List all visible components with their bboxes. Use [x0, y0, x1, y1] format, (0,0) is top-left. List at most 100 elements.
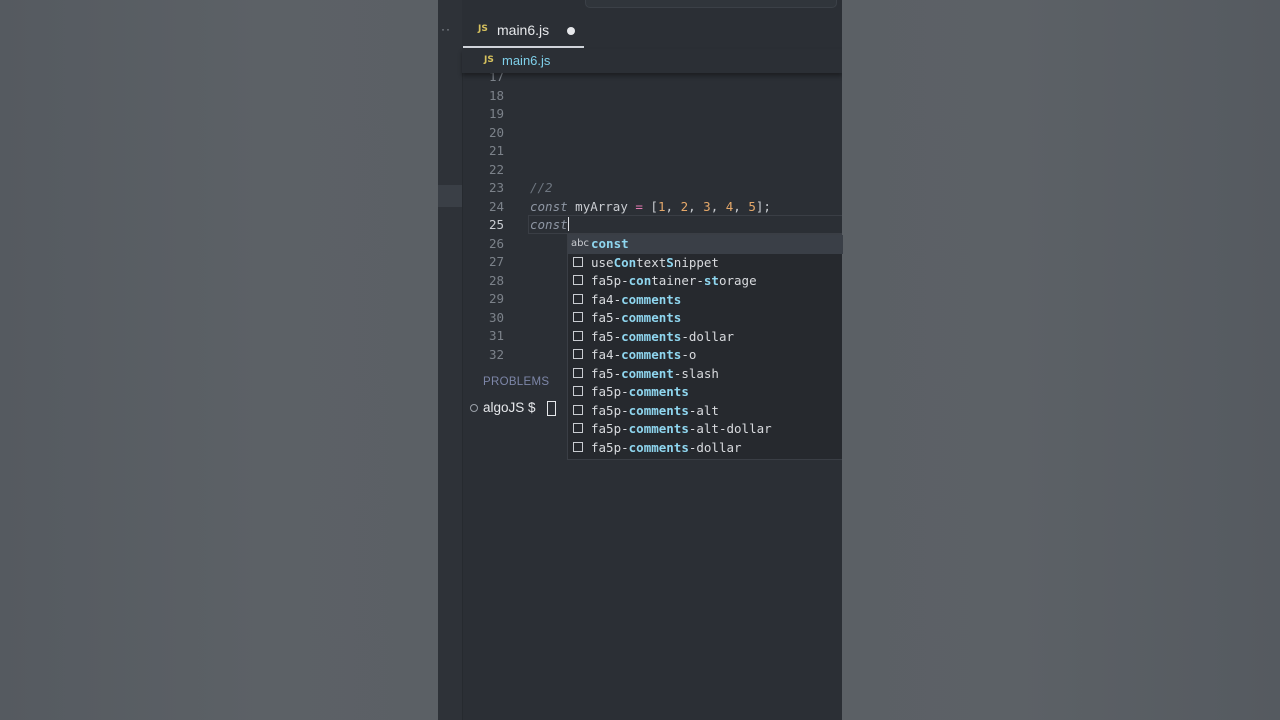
suggestion-item[interactable]: fa5-comments-dollar	[568, 328, 843, 347]
code-line: 20	[462, 125, 842, 143]
code-line: 24 const myArray = [1, 2, 3, 4, 5];	[462, 199, 842, 217]
code-line: 23 //2	[462, 180, 842, 198]
suggestion-text: fa5-	[591, 310, 622, 325]
code-comma: ,	[733, 198, 749, 214]
code-operator: =	[635, 198, 643, 214]
suggestion-text: -dollar	[681, 328, 735, 344]
code-comma: ,	[688, 198, 704, 214]
code-line: 22	[462, 162, 842, 180]
suggestion-match: con	[628, 273, 652, 288]
suggestion-item[interactable]: fa5-comments	[568, 309, 843, 328]
snippet-kind-icon	[573, 330, 583, 341]
code-keyword: const	[530, 198, 568, 214]
suggestion-text: fa5p-	[591, 273, 629, 288]
suggestion-item[interactable]: fa5p-container-storage	[568, 272, 843, 291]
line-number: 18	[488, 87, 504, 103]
suggestion-item[interactable]: useContextSnippet	[568, 254, 843, 273]
more-actions-icon[interactable]: ··	[438, 22, 454, 36]
suggestion-item[interactable]: fa5p-comments-alt-dollar	[568, 420, 843, 439]
line-number: 17	[488, 73, 504, 84]
blurred-background-right	[842, 0, 1280, 720]
line-number: 22	[488, 161, 504, 177]
line-number: 31	[488, 328, 504, 343]
suggestion-text: fa4-	[591, 347, 622, 362]
code-number: 5	[748, 198, 756, 214]
suggestion-text: text	[636, 254, 667, 270]
suggestion-item[interactable]: fa4-comments	[568, 291, 843, 310]
suggestion-item[interactable]: fa5-comment-slash	[568, 365, 843, 384]
suggestion-text: -dollar	[688, 439, 742, 455]
code-number: 3	[703, 198, 711, 214]
suggestion-match: comment	[621, 365, 674, 381]
code-line: 21	[462, 143, 842, 161]
snippet-kind-icon	[573, 367, 583, 378]
suggestion-item[interactable]: fa5p-comments	[568, 383, 843, 402]
line-number: 29	[488, 291, 504, 306]
suggestion-text: fa5-	[591, 365, 622, 381]
suggestion-match: comments	[628, 421, 689, 436]
title-bar	[462, 0, 842, 8]
suggestion-text: tainer-	[651, 273, 704, 288]
suggestion-text: fa5p-	[591, 384, 629, 399]
suggestion-text: orage	[718, 273, 757, 288]
tab-problems[interactable]: PROBLEMS	[483, 376, 549, 388]
snippet-kind-icon	[573, 404, 583, 415]
suggestion-text: fa5-	[591, 328, 622, 344]
snippet-kind-icon	[573, 275, 583, 285]
code-bracket: ];	[755, 198, 771, 214]
terminal-status-icon	[470, 404, 478, 412]
suggestion-text: -alt	[688, 402, 719, 418]
suggestion-match: Con	[613, 254, 637, 270]
code-comma: ,	[710, 198, 726, 214]
command-center-search[interactable]	[585, 0, 837, 8]
suggestion-match: comments	[621, 310, 682, 325]
snippet-kind-icon	[573, 423, 583, 433]
code-bracket: [	[642, 198, 658, 214]
suggestion-item[interactable]: fa4-comments-o	[568, 346, 843, 365]
code-keyword: const	[530, 217, 568, 232]
line-number: 28	[488, 272, 504, 288]
snippet-kind-icon	[573, 293, 583, 304]
autocomplete-suggestions[interactable]: abc const useContextSnippet fa5p-contain…	[567, 234, 843, 460]
suggestion-match: comments	[621, 328, 682, 344]
suggestion-item[interactable]: fa5p-comments-alt	[568, 402, 843, 421]
suggestion-label: const	[591, 236, 629, 251]
suggestion-match: comments	[621, 347, 682, 362]
suggestion-match: comments	[621, 291, 682, 307]
suggestion-text: fa5p-	[591, 421, 629, 436]
terminal-cursor	[547, 401, 556, 416]
suggestion-item[interactable]: abc const	[568, 235, 843, 254]
text-cursor	[567, 217, 569, 231]
activity-bar: ··	[438, 0, 463, 720]
line-number: 30	[488, 309, 504, 325]
suggestion-item[interactable]: fa5p-comments-dollar	[568, 439, 843, 458]
suggestion-text: -o	[681, 347, 697, 362]
text-kind-icon: abc	[571, 238, 589, 249]
unsaved-dot-icon[interactable]	[567, 27, 575, 35]
javascript-file-icon: JS	[478, 24, 488, 34]
code-number: 2	[680, 198, 689, 214]
line-number: 25	[488, 217, 504, 232]
breadcrumb-file[interactable]: main6.js	[502, 53, 550, 68]
code-comment: //2	[530, 180, 553, 195]
code-line: 18	[462, 88, 842, 106]
suggestion-match: S	[666, 254, 674, 270]
suggestion-text: nippet	[673, 254, 719, 270]
code-identifier: myArray	[567, 198, 636, 214]
code-line: 19	[462, 106, 842, 124]
suggestion-text: -slash	[673, 365, 719, 381]
suggestion-match: comments	[628, 439, 689, 455]
breadcrumb: JS main6.js	[462, 49, 842, 73]
line-number: 26	[488, 235, 504, 251]
suggestion-text: fa4-	[591, 291, 622, 307]
suggestion-text: fa5p-	[591, 402, 629, 418]
snippet-kind-icon	[573, 349, 583, 359]
line-number: 23	[488, 180, 504, 195]
snippet-kind-icon	[573, 256, 583, 267]
snippet-kind-icon	[573, 441, 583, 452]
tab-main6-js[interactable]: JS main6.js	[463, 8, 584, 48]
snippet-kind-icon	[573, 386, 583, 396]
suggestion-match: st	[703, 273, 719, 288]
line-number: 21	[488, 143, 504, 158]
javascript-file-icon: JS	[484, 55, 494, 65]
